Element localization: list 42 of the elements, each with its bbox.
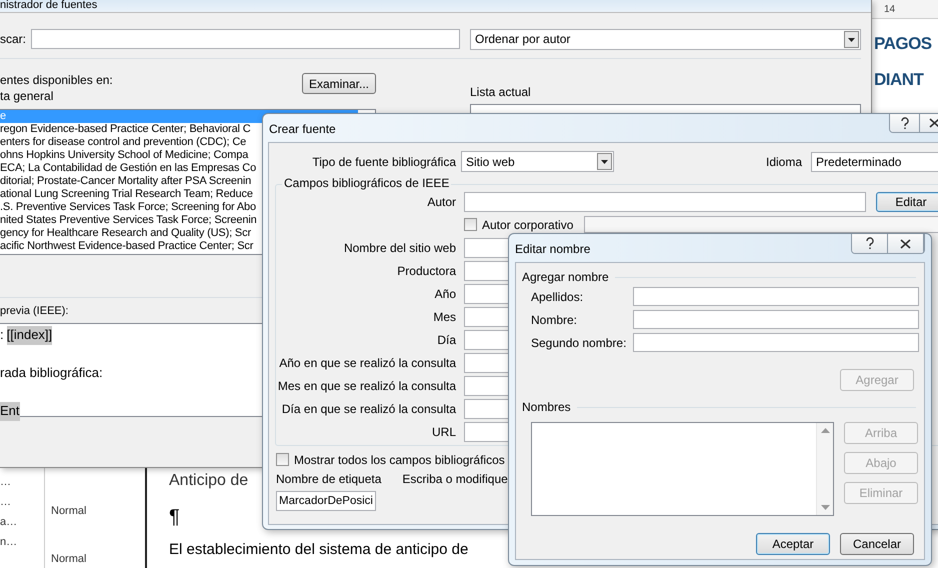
window-title: nistrador de fuentes xyxy=(0,0,98,11)
current-list-label: Lista actual xyxy=(470,85,532,101)
document-paragraph: El establecimiento del sistema de anticipo de xyxy=(169,541,468,558)
field-label: Día en que se realizó la consulta xyxy=(280,402,456,416)
source-type-label: Tipo de fuente bibliográfica xyxy=(311,154,456,168)
paragraph-mark: ¶ xyxy=(169,506,180,529)
field-label: Mes xyxy=(432,310,456,324)
checkbox-label: Mostrar todos los campos bibliográficos xyxy=(294,452,505,466)
field-label: Productora xyxy=(396,264,456,278)
field-label: Nombre del sitio web xyxy=(342,240,456,254)
field-label: Mes en que se realizó la consulta xyxy=(276,378,456,392)
section-title: Agregar nombre xyxy=(522,270,609,284)
field-label: Segundo nombre: xyxy=(531,336,628,350)
group-title: Campos bibliográficos de IEEE xyxy=(282,176,452,190)
language-label: Idioma xyxy=(766,154,802,168)
field-label: URL xyxy=(430,424,456,438)
hint-text: Escriba o modifique xyxy=(402,472,508,486)
field-label: Año xyxy=(434,286,456,300)
section-title: Nombres xyxy=(522,400,571,414)
preview-text: rada bibliográfica: xyxy=(0,364,103,382)
style-name: Normal xyxy=(51,505,86,517)
document-heading: DIANT xyxy=(874,69,924,91)
search-label: scar: xyxy=(0,32,28,46)
preview-label: previa (IEEE): xyxy=(0,305,68,317)
tag-name-label: Nombre de etiqueta xyxy=(276,472,382,486)
field-label: Autor xyxy=(426,194,456,208)
dialog-title: Editar nombre xyxy=(515,242,590,256)
field-label: Día xyxy=(436,332,456,346)
preview-text: : xyxy=(0,326,4,344)
document-heading: PAGOS xyxy=(874,33,932,55)
field-code: Ent xyxy=(0,402,20,421)
list-label: ta general xyxy=(0,89,54,103)
field-code: [[index]] xyxy=(6,326,52,345)
dialog-title: Crear fuente xyxy=(269,122,336,136)
field-label: Año en que se realizó la consulta xyxy=(278,356,456,370)
ruler-number: 14 xyxy=(884,4,896,14)
style-name: Normal xyxy=(51,553,86,565)
available-label: entes disponibles en: xyxy=(0,73,113,87)
field-label: Apellidos: xyxy=(531,290,584,304)
field-label: Nombre: xyxy=(531,312,578,326)
checkbox-label: Autor corporativo xyxy=(482,218,574,232)
document-heading: Anticipo de xyxy=(169,472,248,490)
